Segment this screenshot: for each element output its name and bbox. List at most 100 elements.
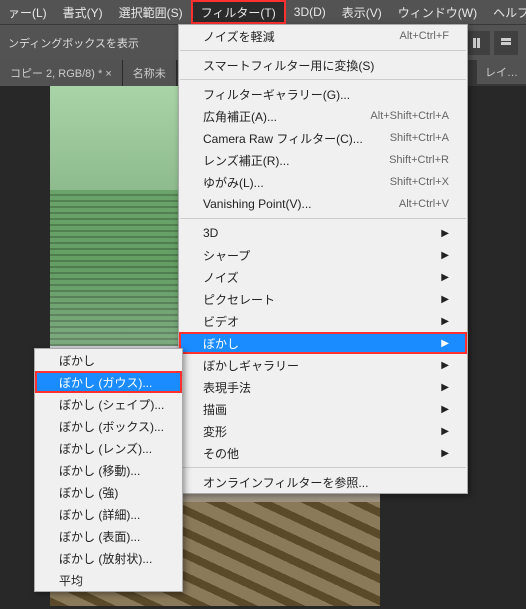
filter-menu-item-5[interactable]: 広角補正(A)... Alt+Shift+Ctrl+A xyxy=(179,105,467,127)
menu-3d[interactable]: 3D(D) xyxy=(286,0,334,24)
menu-type[interactable]: 書式(Y) xyxy=(55,0,111,24)
menu-item-shortcut: Shift+Ctrl+A xyxy=(390,132,449,144)
menu-item-label: 変形 xyxy=(203,423,441,440)
filter-menu-item-20[interactable]: 変形▶ xyxy=(179,420,467,442)
filter-menu-item-19[interactable]: 描画▶ xyxy=(179,398,467,420)
menu-item-label: ぼかしギャラリー xyxy=(203,357,441,374)
submenu-arrow-icon: ▶ xyxy=(441,382,449,393)
submenu-arrow-icon: ▶ xyxy=(441,228,449,239)
menu-item-label: ピクセレート xyxy=(203,291,441,308)
filter-menu-item-15[interactable]: ビデオ▶ xyxy=(179,310,467,332)
filter-menu-item-7[interactable]: レンズ補正(R)... Shift+Ctrl+R xyxy=(179,149,467,171)
menu-item-label: ぼかし (レンズ)... xyxy=(59,440,164,457)
menu-item-label: 広角補正(A)... xyxy=(203,108,350,125)
menu-item-label: Vanishing Point(V)... xyxy=(203,197,379,211)
menu-item-label: 平均 xyxy=(59,572,164,589)
filter-menu-item-13[interactable]: ノイズ▶ xyxy=(179,266,467,288)
filter-menu-item-11[interactable]: 3D▶ xyxy=(179,222,467,244)
menu-item-shortcut: Shift+Ctrl+X xyxy=(390,176,449,188)
menu-item-label: ぼかし (ボックス)... xyxy=(59,418,164,435)
menu-item-label: ぼかし (表面)... xyxy=(59,528,164,545)
blur-submenu-item-10[interactable]: 平均 xyxy=(35,569,182,591)
filter-menu-item-23[interactable]: オンラインフィルターを参照... xyxy=(179,471,467,493)
blur-submenu-item-0[interactable]: ぼかし xyxy=(35,349,182,371)
filter-menu-dropdown: ノイズを軽減 Alt+Ctrl+F スマートフィルター用に変換(S) フィルターギャラ… xyxy=(178,24,468,494)
filter-menu-separator xyxy=(180,467,466,468)
filter-menu-item-17[interactable]: ぼかしギャラリー▶ xyxy=(179,354,467,376)
blur-submenu-item-4[interactable]: ぼかし (レンズ)... xyxy=(35,437,182,459)
filter-menu-item-14[interactable]: ピクセレート▶ xyxy=(179,288,467,310)
filter-menu-item-9[interactable]: Vanishing Point(V)... Alt+Ctrl+V xyxy=(179,193,467,215)
filter-menu-item-16[interactable]: ぼかし▶ xyxy=(179,332,467,354)
tab-document-1[interactable]: コピー 2, RGB/8) * × xyxy=(0,60,123,86)
submenu-arrow-icon: ▶ xyxy=(441,360,449,371)
menu-view[interactable]: 表示(V) xyxy=(334,0,390,24)
filter-menu-separator xyxy=(180,218,466,219)
menu-item-label: スマートフィルター用に変換(S) xyxy=(203,57,449,74)
submenu-arrow-icon: ▶ xyxy=(441,272,449,283)
menu-item-label: ノイズを軽減 xyxy=(203,28,379,45)
submenu-arrow-icon: ▶ xyxy=(441,448,449,459)
menu-item-label: 3D xyxy=(203,226,441,240)
menu-item-label: 表現手法 xyxy=(203,379,441,396)
blur-submenu-item-7[interactable]: ぼかし (詳細)... xyxy=(35,503,182,525)
toolbar-label: ンディングボックスを表示 xyxy=(8,35,139,51)
menu-item-label: ぼかし (ガウス)... xyxy=(59,374,164,391)
submenu-arrow-icon: ▶ xyxy=(441,250,449,261)
menu-item-label: オンラインフィルターを参照... xyxy=(203,474,449,491)
menu-filter[interactable]: フィルター(T) xyxy=(191,0,286,24)
filter-menu-item-12[interactable]: シャープ▶ xyxy=(179,244,467,266)
menu-item-shortcut: Alt+Ctrl+F xyxy=(399,30,449,42)
menu-item-label: その他 xyxy=(203,445,441,462)
submenu-arrow-icon: ▶ xyxy=(441,338,449,349)
blur-submenu-item-5[interactable]: ぼかし (移動)... xyxy=(35,459,182,481)
filter-menu-item-2[interactable]: スマートフィルター用に変換(S) xyxy=(179,54,467,76)
menu-item-label: シャープ xyxy=(203,247,441,264)
menu-item-label: ぼかし (放射状)... xyxy=(59,550,164,567)
blur-submenu-item-9[interactable]: ぼかし (放射状)... xyxy=(35,547,182,569)
align-icon-2[interactable] xyxy=(494,31,518,55)
menu-item-label: フィルターギャラリー(G)... xyxy=(203,86,449,103)
submenu-arrow-icon: ▶ xyxy=(441,294,449,305)
filter-menu-item-18[interactable]: 表現手法▶ xyxy=(179,376,467,398)
filter-menu-separator xyxy=(180,50,466,51)
menu-item-label: ぼかし (シェイプ)... xyxy=(59,396,164,413)
menu-layer[interactable]: ァー(L) xyxy=(0,0,55,24)
menu-item-label: ぼかし xyxy=(203,335,441,352)
menu-item-label: ゆがみ(L)... xyxy=(203,174,370,191)
blur-submenu-item-2[interactable]: ぼかし (シェイプ)... xyxy=(35,393,182,415)
menu-item-label: ぼかし (移動)... xyxy=(59,462,164,479)
menu-item-label: ぼかし (強) xyxy=(59,484,164,501)
filter-menu-item-21[interactable]: その他▶ xyxy=(179,442,467,464)
filter-menu-item-4[interactable]: フィルターギャラリー(G)... xyxy=(179,83,467,105)
tab-document-2[interactable]: 名称未 xyxy=(123,60,177,86)
align-icon[interactable] xyxy=(466,31,490,55)
submenu-arrow-icon: ▶ xyxy=(441,426,449,437)
submenu-arrow-icon: ▶ xyxy=(441,316,449,327)
menu-help[interactable]: ヘルプ(H) xyxy=(485,0,526,24)
menu-select[interactable]: 選択範囲(S) xyxy=(111,0,191,24)
filter-menu-item-6[interactable]: Camera Raw フィルター(C)... Shift+Ctrl+A xyxy=(179,127,467,149)
menu-item-shortcut: Alt+Ctrl+V xyxy=(399,198,449,210)
filter-menu-item-8[interactable]: ゆがみ(L)... Shift+Ctrl+X xyxy=(179,171,467,193)
submenu-arrow-icon: ▶ xyxy=(441,404,449,415)
menu-item-label: レンズ補正(R)... xyxy=(203,152,369,169)
menu-item-label: Camera Raw フィルター(C)... xyxy=(203,130,370,147)
menu-item-label: ノイズ xyxy=(203,269,441,286)
panel-tab-layers[interactable]: レイ… xyxy=(477,60,526,84)
menu-item-label: ビデオ xyxy=(203,313,441,330)
menu-window[interactable]: ウィンドウ(W) xyxy=(390,0,485,24)
blur-submenu-item-1[interactable]: ぼかし (ガウス)... xyxy=(35,371,182,393)
menu-item-label: ぼかし xyxy=(59,352,164,369)
blur-submenu-dropdown: ぼかしぼかし (ガウス)... ぼかし (シェイプ)... ぼかし (ボックス)..… xyxy=(34,348,183,592)
blur-submenu-item-6[interactable]: ぼかし (強) xyxy=(35,481,182,503)
blur-submenu-item-3[interactable]: ぼかし (ボックス)... xyxy=(35,415,182,437)
menu-item-label: 描画 xyxy=(203,401,441,418)
filter-menu-separator xyxy=(180,79,466,80)
filter-menu-item-0[interactable]: ノイズを軽減 Alt+Ctrl+F xyxy=(179,25,467,47)
menu-item-shortcut: Shift+Ctrl+R xyxy=(389,154,449,166)
menubar: ァー(L) 書式(Y) 選択範囲(S) フィルター(T) 3D(D) 表示(V)… xyxy=(0,0,526,24)
menu-item-shortcut: Alt+Shift+Ctrl+A xyxy=(370,110,449,122)
blur-submenu-item-8[interactable]: ぼかし (表面)... xyxy=(35,525,182,547)
menu-item-label: ぼかし (詳細)... xyxy=(59,506,164,523)
